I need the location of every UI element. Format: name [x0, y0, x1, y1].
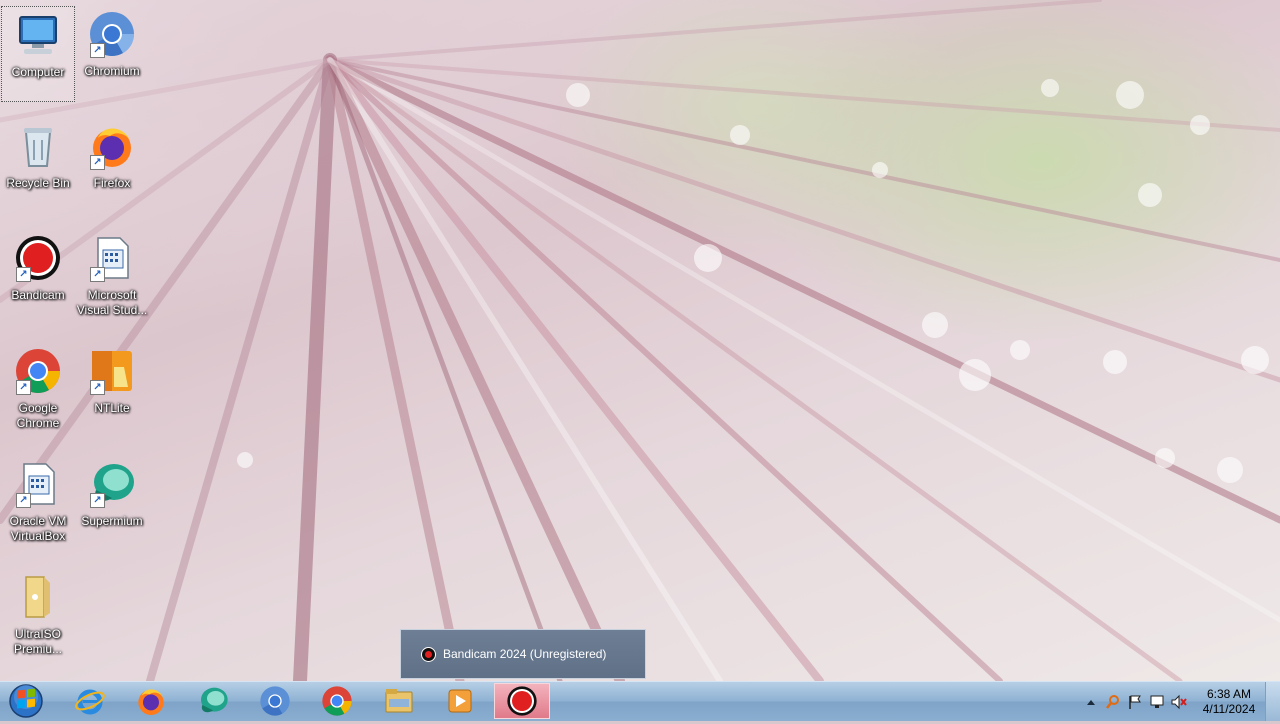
- google-chrome-icon: ↗: [14, 347, 62, 395]
- desktop-icon-label: Supermium: [81, 514, 143, 528]
- network-status[interactable]: [1146, 691, 1168, 713]
- google-chrome-icon: [322, 686, 352, 716]
- taskbar-chromium[interactable]: [247, 683, 303, 719]
- firefox-icon: ↗: [88, 122, 136, 170]
- desktop-icon-chromium[interactable]: ↗ Chromium: [75, 6, 149, 102]
- shortcut-arrow-icon: ↗: [16, 267, 31, 282]
- desktop-icon-label: NTLite: [94, 401, 130, 415]
- show-desktop-button[interactable]: [1265, 682, 1280, 721]
- taskbar-supermium[interactable]: [185, 683, 241, 719]
- desktop-icon-label: Google Chrome: [16, 401, 60, 430]
- volume-control[interactable]: [1168, 691, 1190, 713]
- bandicam-record-icon: [421, 646, 436, 662]
- desktop-icon-virtualbox[interactable]: ↗ Oracle VM VirtualBox: [1, 456, 75, 552]
- taskbar-firefox[interactable]: [123, 683, 179, 719]
- recycle-bin-icon: [14, 122, 62, 170]
- desktop-icon-label: Computer: [11, 65, 65, 79]
- desktop-icon-ntlite[interactable]: ↗ NTLite: [75, 343, 149, 439]
- bandicam-icon: ↗: [14, 234, 62, 282]
- desktop-icon-google-chrome[interactable]: ↗ Google Chrome: [1, 343, 75, 439]
- internet-explorer-icon: [75, 689, 105, 715]
- clock-date: 4/11/2024: [1202, 701, 1256, 716]
- folder-icon: [14, 573, 62, 621]
- desktop-icon-visual-studio[interactable]: ↗ Microsoft Visual Stud...: [75, 230, 149, 326]
- bandicam-icon: [507, 686, 537, 716]
- shortcut-arrow-icon: ↗: [90, 43, 105, 58]
- desktop-icon-label: Microsoft Visual Stud...: [76, 288, 148, 317]
- desktop-icon-computer[interactable]: Computer: [1, 6, 75, 102]
- desktop-icon-label: Bandicam: [11, 288, 65, 302]
- media-player-icon: [448, 689, 472, 713]
- ntlite-icon: ↗: [88, 347, 136, 395]
- shortcut-arrow-icon: ↗: [16, 380, 31, 395]
- supermium-icon: [201, 687, 228, 713]
- network-icon: [1150, 695, 1164, 708]
- chromium-icon: [260, 686, 290, 716]
- desktop-icon-ultraiso[interactable]: UltraISO Premiu...: [1, 569, 75, 665]
- flag-icon: [1129, 695, 1141, 709]
- taskbar-google-chrome[interactable]: [309, 683, 365, 719]
- shortcut-arrow-icon: ↗: [90, 380, 105, 395]
- desktop-icon-label: Chromium: [84, 64, 140, 78]
- start-button[interactable]: [3, 683, 49, 719]
- desktop-icon-recycle-bin[interactable]: Recycle Bin: [1, 118, 75, 214]
- bandicam-tooltip: Bandicam 2024 (Unregistered): [400, 629, 646, 679]
- taskbar-media-player[interactable]: [432, 683, 488, 719]
- file-explorer-icon: [385, 689, 413, 713]
- desktop[interactable]: Computer Recycle Bin ↗ Bandicam ↗ Google…: [0, 0, 1280, 681]
- tray-search-icon[interactable]: [1102, 691, 1124, 713]
- supermium-icon: ↗: [88, 460, 136, 508]
- shortcut-arrow-icon: ↗: [90, 493, 105, 508]
- visual-studio-icon: ↗: [88, 234, 136, 282]
- desktop-icon-supermium[interactable]: ↗ Supermium: [75, 456, 149, 552]
- desktop-icon-label: Firefox: [93, 176, 131, 190]
- system-tray: 6:38 AM 4/11/2024: [1080, 682, 1264, 721]
- shortcut-arrow-icon: ↗: [90, 267, 105, 282]
- virtualbox-icon: ↗: [14, 460, 62, 508]
- taskbar: 6:38 AM 4/11/2024: [0, 681, 1280, 721]
- action-center-flag[interactable]: [1124, 691, 1146, 713]
- clock-time: 6:38 AM: [1206, 686, 1252, 701]
- desktop-icon-label: Recycle Bin: [6, 176, 70, 190]
- chevron-up-icon: [1087, 699, 1095, 705]
- speaker-muted-icon: [1171, 694, 1187, 709]
- desktop-icon-firefox[interactable]: ↗ Firefox: [75, 118, 149, 214]
- chromium-icon: ↗: [88, 10, 136, 58]
- taskbar-bandicam[interactable]: [494, 683, 550, 719]
- show-hidden-icons-button[interactable]: [1080, 691, 1102, 713]
- shortcut-arrow-icon: ↗: [90, 155, 105, 170]
- windows-orb-icon: [9, 684, 43, 718]
- taskbar-internet-explorer[interactable]: [62, 683, 118, 719]
- desktop-icon-label: Oracle VM VirtualBox: [9, 514, 67, 543]
- tooltip-text: Bandicam 2024 (Unregistered): [443, 647, 607, 661]
- firefox-icon: [138, 689, 164, 715]
- clock[interactable]: 6:38 AM 4/11/2024: [1194, 687, 1264, 717]
- shortcut-arrow-icon: ↗: [16, 493, 31, 508]
- desktop-icon-label: UltraISO Premiu...: [13, 627, 62, 656]
- magnifier-icon: [1106, 694, 1119, 709]
- taskbar-file-explorer[interactable]: [371, 683, 427, 719]
- desktop-icon-bandicam[interactable]: ↗ Bandicam: [1, 230, 75, 326]
- wallpaper: [0, 0, 1280, 681]
- computer-icon: [14, 11, 62, 59]
